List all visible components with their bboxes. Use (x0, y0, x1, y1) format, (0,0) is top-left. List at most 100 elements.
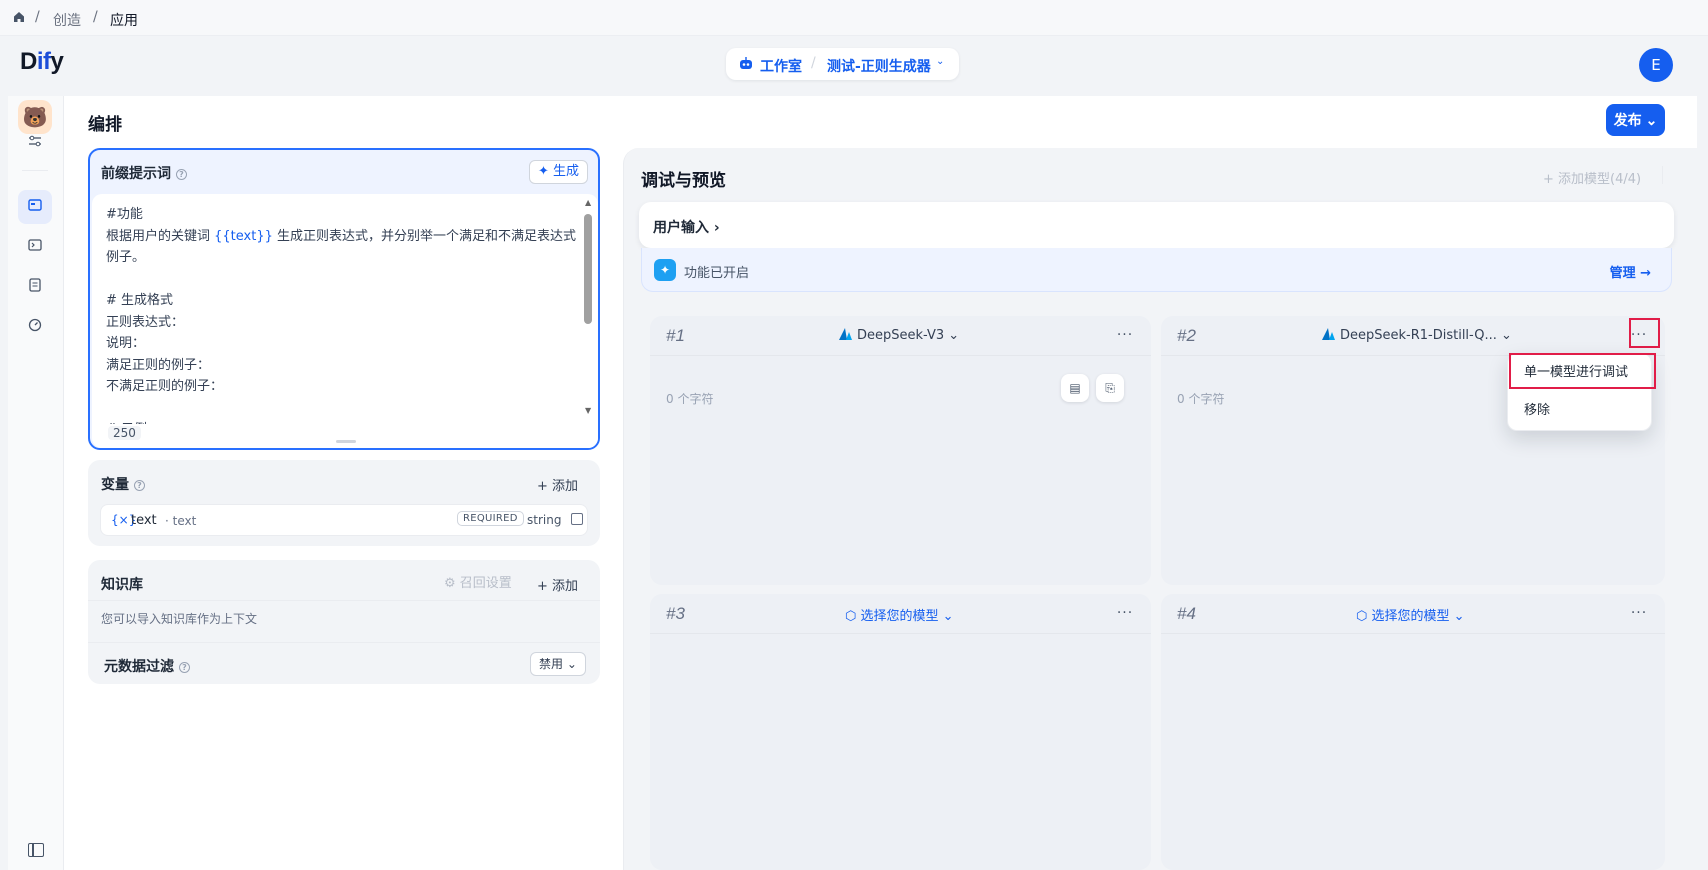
prompt-text-segment: #功能 (106, 207, 143, 222)
avatar[interactable]: E (1639, 48, 1673, 82)
more-dots-icon[interactable]: ··· (1113, 603, 1137, 625)
prompt-text-segment: # 生成格式 (106, 293, 174, 308)
edit-icon[interactable] (571, 513, 583, 525)
char-count: 250 (108, 426, 141, 440)
prompt-text[interactable]: #功能根据用户的关键词 {{text}} 生成正则表达式，并分别举一个满足和不满… (106, 204, 576, 424)
model-card-header: #3 ⬡ 选择您的模型 ⌄ ··· (650, 594, 1151, 634)
collapse-sidebar-icon[interactable] (28, 843, 44, 857)
prompt-text-segment: 说明： (106, 336, 146, 351)
clipboard-icon[interactable]: ⎘ (1096, 374, 1124, 402)
cube-icon: ⬡ (1356, 609, 1368, 624)
api-terminal-icon[interactable] (18, 230, 52, 264)
model-card-header: #2 DeepSeek-R1-Distill-Q... ⌄ ··· (1161, 316, 1665, 356)
prompt-text-segment: 生成正则表达式，并分别举一个满足和不满足表达式的 (272, 228, 576, 244)
document-icon[interactable]: ▤ (1061, 374, 1089, 402)
app-switcher[interactable]: 工作室 / 测试-正则生成器 ⌄ (726, 48, 959, 80)
prompt-text-segment: 正则表达式： (106, 314, 185, 330)
more-dots-icon[interactable]: ··· (1113, 325, 1137, 347)
feature-bar: ✦ 功能已开启 管理 → (641, 248, 1672, 292)
menu-item-remove[interactable]: 移除 (1508, 394, 1653, 428)
prompt-line: 不满足正则的例子： (106, 376, 576, 398)
prompt-text-segment: 根据用户的关键词 (106, 228, 215, 244)
sparkle-icon: ✦ (654, 259, 676, 281)
prompt-line: 满足正则的例子： (106, 355, 576, 377)
variable-key: · text (165, 514, 197, 528)
char-counter: 0 个字符 (666, 392, 714, 406)
cube-icon: ⬡ (845, 609, 857, 624)
prompt-line: 根据用户的关键词 {{text}} 生成正则表达式，并分别举一个满足和不满足表达… (106, 226, 576, 248)
scrollbar-thumb[interactable] (584, 214, 592, 324)
model-provider-icon (839, 328, 852, 340)
user-input-panel[interactable]: 用户输入 › (639, 202, 1674, 248)
app-icon[interactable]: 🐻 (18, 100, 52, 134)
choose-model-selector[interactable]: ⬡ 选择您的模型 ⌄ (845, 605, 954, 624)
app-name[interactable]: 测试-正则生成器 (827, 56, 931, 76)
divider (88, 600, 600, 601)
model-index: #4 (1177, 604, 1196, 623)
help-icon[interactable]: ? (134, 479, 145, 491)
metadata-filter-label: 元数据过滤? (104, 656, 190, 676)
breadcrumb-create[interactable]: 创造 (53, 10, 81, 30)
knowledge-title: 知识库 (101, 577, 143, 593)
variables-panel: 变量? + 添加 {×} text · text REQUIRED string (88, 460, 600, 546)
prompt-editor: 前缀提示词? ✦ 生成 #功能根据用户的关键词 {{text}} 生成正则表达式… (88, 148, 600, 450)
manage-link[interactable]: 管理 → (1610, 262, 1651, 281)
home-icon[interactable] (12, 10, 26, 24)
model-index: #2 (1177, 326, 1196, 345)
add-model-button[interactable]: + 添加模型(4/4) (1543, 168, 1641, 187)
add-knowledge-button[interactable]: + 添加 (537, 575, 578, 594)
divider (1662, 166, 1663, 184)
prompt-line: 正则表达式： (106, 312, 576, 334)
user-input-title: 用户输入 › (653, 220, 720, 236)
breadcrumb: / 创造 / 应用 (0, 0, 1708, 36)
model-card: #1 DeepSeek-V3 ⌄ ··· ▤ ⎘ 0 个字符 (650, 316, 1151, 585)
prompt-text-segment: 不满足正则的例子： (106, 379, 224, 394)
choose-model-selector[interactable]: ⬡ 选择您的模型 ⌄ (1356, 605, 1465, 624)
prompt-line: 说明： (106, 333, 576, 355)
required-badge: REQUIRED (457, 511, 524, 526)
monitoring-gauge-icon[interactable] (18, 310, 52, 344)
model-index: #3 (666, 604, 685, 623)
logs-icon[interactable] (18, 270, 52, 304)
prompt-line: # 示例 (106, 419, 576, 424)
knowledge-description: 您可以导入知识库作为上下文 (101, 612, 258, 626)
prompt-textarea[interactable]: #功能根据用户的关键词 {{text}} 生成正则表达式，并分别举一个满足和不满… (92, 194, 598, 448)
variable-name: text (131, 513, 157, 528)
variables-title: 变量? (101, 474, 145, 494)
more-dots-icon[interactable]: ··· (1627, 603, 1651, 625)
generate-button[interactable]: ✦ 生成 (529, 160, 588, 184)
help-icon[interactable]: ? (176, 168, 187, 180)
recall-settings-button[interactable]: ⚙ 召回设置 (444, 572, 512, 591)
model-selector[interactable]: DeepSeek-R1-Distill-Q... ⌄ (1321, 327, 1512, 343)
variable-row[interactable]: {×} text · text REQUIRED string (100, 504, 588, 536)
knowledge-panel: 知识库 ⚙ 召回设置 + 添加 您可以导入知识库作为上下文 元数据过滤? 禁用 … (88, 560, 600, 684)
resize-handle[interactable] (336, 440, 356, 443)
prompt-line: #功能 (106, 204, 576, 226)
model-index: #1 (666, 326, 685, 345)
prompt-line (106, 398, 576, 420)
page-title: 编排 (88, 115, 122, 135)
model-card-header: #1 DeepSeek-V3 ⌄ ··· (650, 316, 1151, 356)
model-selector[interactable]: DeepSeek-V3 ⌄ (838, 327, 959, 343)
prompt-line: # 生成格式 (106, 290, 576, 312)
robot-icon (738, 56, 754, 72)
add-variable-button[interactable]: + 添加 (537, 475, 578, 494)
breadcrumb-app[interactable]: 应用 (110, 10, 138, 30)
variable-reference: {{text}} (214, 228, 273, 244)
help-icon[interactable]: ? (179, 661, 190, 673)
settings-sliders-icon[interactable] (18, 131, 52, 155)
model-card: #4 ⬡ 选择您的模型 ⌄ ··· (1161, 594, 1665, 870)
dify-logo[interactable]: Dify (20, 48, 64, 76)
breadcrumb-separator: / (35, 9, 40, 25)
model-card-header: #4 ⬡ 选择您的模型 ⌄ ··· (1161, 594, 1665, 634)
orchestrate-icon[interactable] (18, 190, 52, 224)
prompt-text-segment: 满足正则的例子： (106, 357, 211, 373)
prompt-line: 例子。 (106, 247, 576, 269)
metadata-filter-select[interactable]: 禁用 ⌄ (530, 652, 586, 676)
studio-link[interactable]: 工作室 (760, 56, 802, 76)
publish-button[interactable]: 发布 ⌄ (1606, 104, 1665, 136)
breadcrumb-separator: / (93, 9, 98, 25)
model-provider-icon (1322, 328, 1335, 340)
prompt-title: 前缀提示词? (101, 163, 187, 183)
divider (88, 642, 600, 643)
